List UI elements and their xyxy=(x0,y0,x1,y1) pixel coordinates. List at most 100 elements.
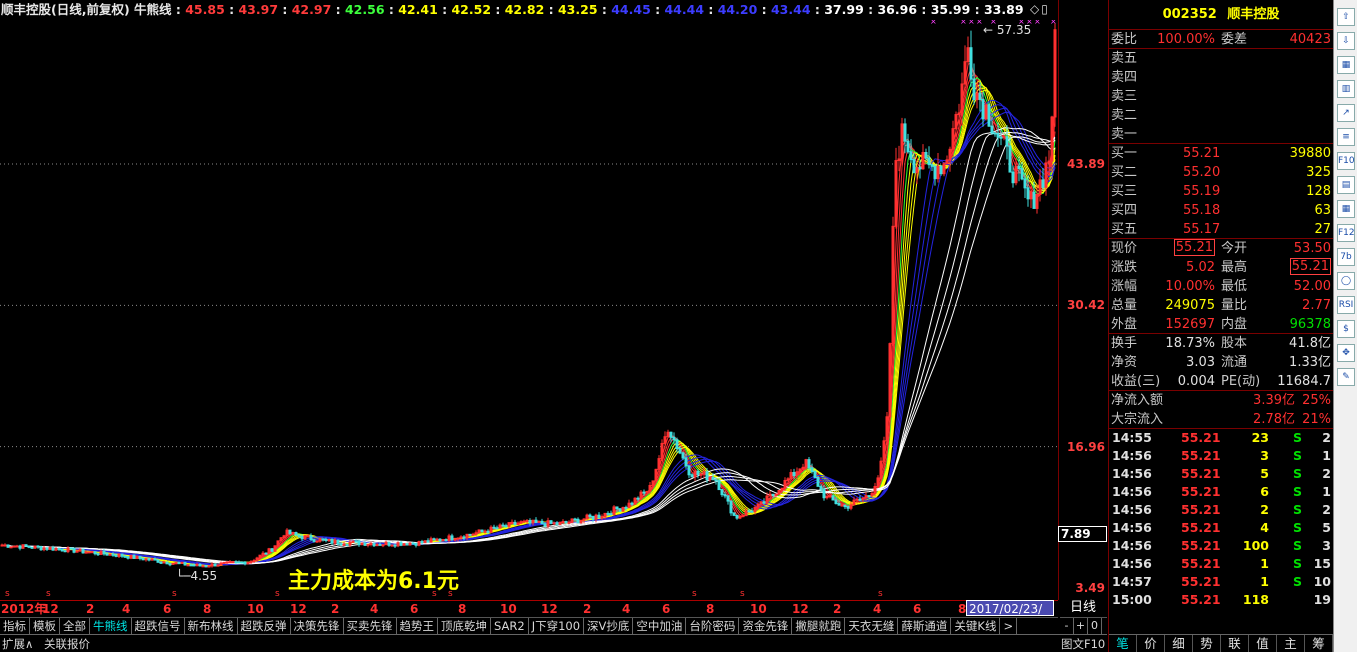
tab-nav-zero[interactable]: 0 xyxy=(1088,618,1102,634)
indicator-tab[interactable]: 天衣无缝 xyxy=(845,618,899,634)
info-row: 净资 3.03 流通 1.33亿 xyxy=(1109,353,1333,372)
expand-button[interactable]: 扩展∧ xyxy=(2,636,33,652)
event-marker[interactable]: s xyxy=(275,589,280,599)
quote-tab[interactable]: 筹 xyxy=(1305,635,1333,652)
candle-body xyxy=(1032,191,1036,209)
tab-nav-minus[interactable]: - xyxy=(1060,618,1074,634)
indicator-tab[interactable]: J下穿100 xyxy=(529,618,585,634)
bid-row[interactable]: 买三 55.19 128 xyxy=(1109,182,1333,201)
candle-body xyxy=(357,540,361,546)
indicator-tab[interactable]: 模板 xyxy=(30,618,60,634)
arrow-down-icon[interactable]: ⇩ xyxy=(1337,32,1355,50)
indicator-tab[interactable]: 资金先锋 xyxy=(739,618,793,634)
kline-chart[interactable]: ← 57.35 └─4.55 s s s s s s s s s × × × × × × × × × xyxy=(0,20,1058,600)
event-marker[interactable]: s xyxy=(740,589,745,599)
diamond-icon[interactable]: ◇ xyxy=(1030,2,1039,16)
ask-label: 卖四 xyxy=(1111,70,1138,85)
flow-row: 大宗流入 2.78亿 21% xyxy=(1109,410,1333,429)
event-marker[interactable]: s xyxy=(172,589,177,599)
indicator-tab[interactable]: 决策先锋 xyxy=(291,618,344,634)
tick-side: S xyxy=(1293,484,1303,499)
indicator-tab[interactable]: 全部 xyxy=(60,618,90,634)
indicator-tab[interactable]: 撇腿就跑 xyxy=(792,618,846,634)
indicator-tab[interactable]: 深V抄底 xyxy=(584,618,634,634)
kline-chart-svg[interactable]: ← 57.35└─4.55s s s s s s s s s× × × × × × × × × xyxy=(0,20,1058,600)
chart-grid-icon[interactable]: ▦ xyxy=(1337,56,1355,74)
quote-tab[interactable]: 联 xyxy=(1221,635,1249,652)
value-separator: : xyxy=(491,2,505,17)
line-chart-icon[interactable]: ↗ xyxy=(1337,104,1355,122)
indicator-tab[interactable]: 超跌信号 xyxy=(132,618,185,634)
indicator-tab[interactable]: 空中加油 xyxy=(633,618,687,634)
indicator-tab[interactable]: 关键K线 xyxy=(951,618,1001,634)
quote-tab[interactable]: 价 xyxy=(1137,635,1165,652)
indicator-tab[interactable]: 超跌反弹 xyxy=(238,618,291,634)
f10-button[interactable]: 图文F10 xyxy=(1061,636,1105,652)
pencil-icon[interactable]: ✎ xyxy=(1337,368,1355,386)
move-icon[interactable]: ✥ xyxy=(1337,344,1355,362)
related-quote-button[interactable]: 关联报价 xyxy=(44,636,90,652)
f12-icon[interactable]: F12 xyxy=(1337,224,1355,242)
candle-body xyxy=(363,542,367,546)
order-ratio-label: 委比 xyxy=(1111,32,1138,47)
event-marker[interactable]: s xyxy=(5,589,10,599)
indicator-tab[interactable]: 顶底乾坤 xyxy=(438,618,491,634)
candle-body xyxy=(81,548,85,554)
money-icon[interactable]: $ xyxy=(1337,320,1355,338)
candle-body xyxy=(858,498,862,501)
ask-row[interactable]: 卖二 xyxy=(1109,106,1333,125)
quote-tab[interactable]: 势 xyxy=(1193,635,1221,652)
indicator-tab[interactable]: 趋势王 xyxy=(397,618,438,634)
quote-tab[interactable]: 笔 xyxy=(1109,635,1137,652)
table-icon[interactable]: ▦ xyxy=(1337,200,1355,218)
indicator-value: 42.52 xyxy=(451,2,492,17)
bid-row[interactable]: 买四 55.18 63 xyxy=(1109,201,1333,220)
indicator-tab[interactable]: 买卖先锋 xyxy=(344,618,397,634)
window-icon[interactable]: ▯ xyxy=(1041,2,1048,16)
circle-icon[interactable]: ◯ xyxy=(1337,272,1355,290)
f7-icon[interactable]: 7b xyxy=(1337,248,1355,266)
indicator-tab[interactable]: 台阶密码 xyxy=(686,618,740,634)
k-line-icon[interactable]: ≡ xyxy=(1337,128,1355,146)
period-label[interactable]: 日线 xyxy=(1060,600,1106,616)
candlestick-icon[interactable]: ▥ xyxy=(1337,80,1355,98)
arrow-up-icon[interactable]: ⇧ xyxy=(1337,8,1355,26)
candle-body xyxy=(609,513,613,516)
f10-icon[interactable]: F10 xyxy=(1337,152,1355,170)
tab-nav-plus[interactable]: + xyxy=(1074,618,1088,634)
indicator-tab[interactable]: 新布林线 xyxy=(185,618,238,634)
f8-icon[interactable]: ▤ xyxy=(1337,176,1355,194)
candle-body xyxy=(981,98,985,120)
candle-body xyxy=(990,125,994,134)
candle-body xyxy=(36,545,40,548)
ask-row[interactable]: 卖三 xyxy=(1109,87,1333,106)
ask-row[interactable]: 卖五 xyxy=(1109,49,1333,68)
rss-icon[interactable]: RSI xyxy=(1337,296,1355,314)
quote-tab[interactable]: 细 xyxy=(1165,635,1193,652)
tick-time: 14:56 xyxy=(1112,484,1152,499)
indicator-tab[interactable]: SAR2 xyxy=(491,618,529,634)
ask-row[interactable]: 卖四 xyxy=(1109,68,1333,87)
indicator-tab[interactable]: 牛熊线 xyxy=(90,618,132,634)
quote-tab[interactable]: 主 xyxy=(1277,635,1305,652)
value-separator: : xyxy=(224,2,239,17)
share-info: 换手 18.73% 股本 41.8亿 净资 3.03 流通 1.33亿 收益(三) 0.004 PE… xyxy=(1109,334,1333,391)
chart-corner-icons[interactable]: ◇ ▯ xyxy=(1030,2,1048,16)
indicator-tab[interactable]: 薛斯通道 xyxy=(898,618,952,634)
ask-row[interactable]: 卖一 xyxy=(1109,125,1333,144)
bid-row[interactable]: 买二 55.20 325 xyxy=(1109,163,1333,182)
candle-body xyxy=(534,519,538,523)
event-marker[interactable]: s xyxy=(46,589,51,599)
indicator-tab[interactable]: > xyxy=(1000,618,1018,634)
candle-body xyxy=(606,512,610,515)
bid-row[interactable]: 买五 55.17 27 xyxy=(1109,220,1333,239)
tick-list[interactable]: 14:55 55.21 23 S 2 14:56 55.21 3 S 1 14:56 55.21 5 S 2… xyxy=(1109,429,1333,609)
bid-row[interactable]: 买一 55.21 39880 xyxy=(1109,144,1333,163)
indicator-values: 45.85 : 43.97 : 42.97 : 42.56 : 42.41 : … xyxy=(185,2,1023,17)
quote-tab[interactable]: 值 xyxy=(1249,635,1277,652)
stat-value: 5.02 xyxy=(1186,260,1215,275)
event-marker[interactable]: s xyxy=(692,589,697,599)
event-marker[interactable]: s xyxy=(878,589,883,599)
indicator-tab[interactable]: 指标 xyxy=(0,618,30,634)
signal-marker: × xyxy=(930,20,937,26)
